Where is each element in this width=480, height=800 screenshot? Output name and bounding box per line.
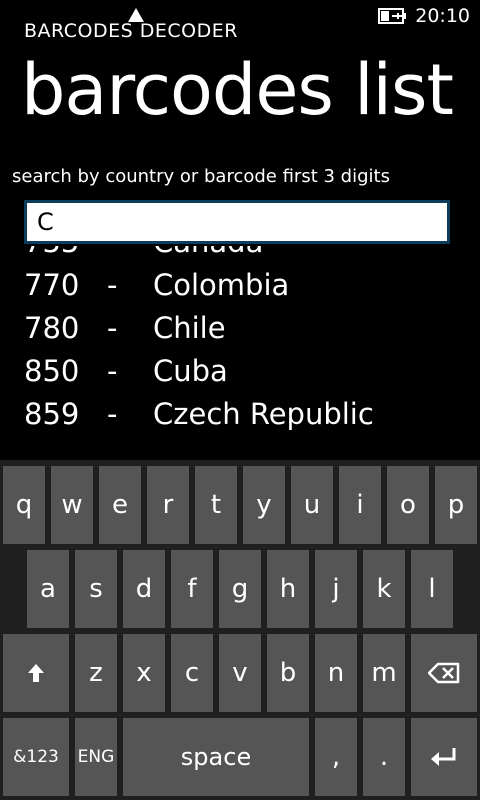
barcode-prefix: 780 xyxy=(24,311,80,345)
barcode-prefix: 755 xyxy=(24,246,79,259)
key-z[interactable]: z xyxy=(75,634,117,712)
list-item[interactable]: 770 - Colombia xyxy=(0,268,480,311)
key-u[interactable]: u xyxy=(291,466,333,544)
list-item[interactable]: 755 - Canada xyxy=(0,246,480,268)
key-g[interactable]: g xyxy=(219,550,261,628)
key-a[interactable]: a xyxy=(27,550,69,628)
key-f[interactable]: f xyxy=(171,550,213,628)
key-s[interactable]: s xyxy=(75,550,117,628)
barcode-prefix: 859 xyxy=(24,397,80,431)
list-item[interactable]: 859 - Czech Republic xyxy=(0,397,480,440)
comma-key[interactable]: , xyxy=(315,718,357,796)
battery-charging-icon xyxy=(378,7,412,25)
key-y[interactable]: y xyxy=(243,466,285,544)
country-name: Cuba xyxy=(153,354,228,388)
key-h[interactable]: h xyxy=(267,550,309,628)
barcodes-list[interactable]: 755 - Canada 770 - Colombia 780 - Chile … xyxy=(0,246,480,460)
key-o[interactable]: o xyxy=(387,466,429,544)
page-title: barcodes list xyxy=(21,49,454,131)
key-p[interactable]: p xyxy=(435,466,477,544)
country-name: Colombia xyxy=(153,268,290,302)
key-x[interactable]: x xyxy=(123,634,165,712)
list-item[interactable]: 850 - Cuba xyxy=(0,354,480,397)
separator: - xyxy=(107,397,118,431)
period-key[interactable]: . xyxy=(363,718,405,796)
search-input[interactable] xyxy=(24,200,450,244)
key-v[interactable]: v xyxy=(219,634,261,712)
status-time: 20:10 xyxy=(415,5,470,27)
enter-icon xyxy=(431,748,456,766)
key-n[interactable]: n xyxy=(315,634,357,712)
barcode-prefix: 770 xyxy=(24,268,80,302)
key-j[interactable]: j xyxy=(315,550,357,628)
on-screen-keyboard: q w e r t y u i o p a s d f g h j k l z … xyxy=(0,460,480,800)
app-title: BARCODES DECODER xyxy=(24,20,238,42)
enter-key[interactable] xyxy=(411,718,477,796)
backspace-icon xyxy=(428,662,460,684)
country-name: Czech Republic xyxy=(153,397,374,431)
key-e[interactable]: e xyxy=(99,466,141,544)
key-b[interactable]: b xyxy=(267,634,309,712)
backspace-key[interactable] xyxy=(411,634,477,712)
shift-arrow-icon xyxy=(28,664,44,682)
language-key[interactable]: ENG xyxy=(75,718,117,796)
symbols-key[interactable]: &123 xyxy=(3,718,69,796)
country-name: Canada xyxy=(153,246,263,259)
separator: - xyxy=(107,268,118,302)
key-l[interactable]: l xyxy=(411,550,453,628)
key-k[interactable]: k xyxy=(363,550,405,628)
shift-key[interactable] xyxy=(3,634,69,712)
country-name: Chile xyxy=(153,311,226,345)
barcode-prefix: 850 xyxy=(24,354,80,388)
key-c[interactable]: c xyxy=(171,634,213,712)
key-r[interactable]: r xyxy=(147,466,189,544)
key-m[interactable]: m xyxy=(363,634,405,712)
search-label: search by country or barcode first 3 dig… xyxy=(12,166,390,187)
space-key[interactable]: space xyxy=(123,718,309,796)
list-item[interactable]: 780 - Chile xyxy=(0,311,480,354)
separator: - xyxy=(107,354,118,388)
separator: - xyxy=(107,311,118,345)
key-q[interactable]: q xyxy=(3,466,45,544)
key-t[interactable]: t xyxy=(195,466,237,544)
key-i[interactable]: i xyxy=(339,466,381,544)
key-d[interactable]: d xyxy=(123,550,165,628)
key-w[interactable]: w xyxy=(51,466,93,544)
separator: - xyxy=(107,246,117,259)
